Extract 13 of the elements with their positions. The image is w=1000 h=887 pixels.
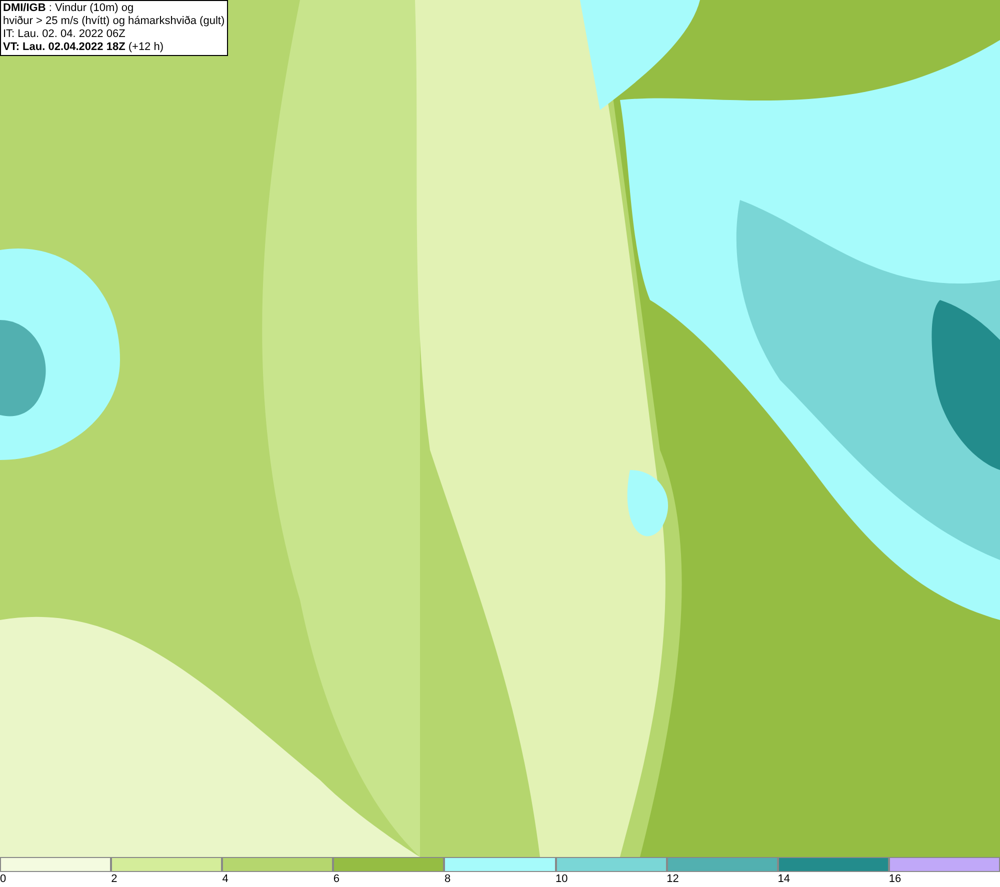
info-text: VT: Lau. 02.04.2022 18Z (+12 h) [3, 41, 165, 54]
legend-label: 16 [888, 872, 902, 887]
legend-label: 2 [111, 872, 118, 887]
info-text: hviður > 25 m/s (hvítt) og hámarkshviða (gult) [3, 15, 225, 28]
legend-label: 0 [0, 872, 6, 887]
legend-label: 10 [556, 872, 568, 887]
legend-label: 6 [333, 872, 340, 887]
legend-label: 14 [778, 872, 790, 887]
legend-label: 8 [444, 872, 451, 887]
legend-label: 4 [222, 872, 228, 887]
legend-label: 12 [666, 872, 679, 887]
info-text: DMI/IGB : Vindur (10m) og [3, 2, 135, 15]
info-text: IT: Lau. 02. 04. 2022 06Z [3, 28, 126, 41]
